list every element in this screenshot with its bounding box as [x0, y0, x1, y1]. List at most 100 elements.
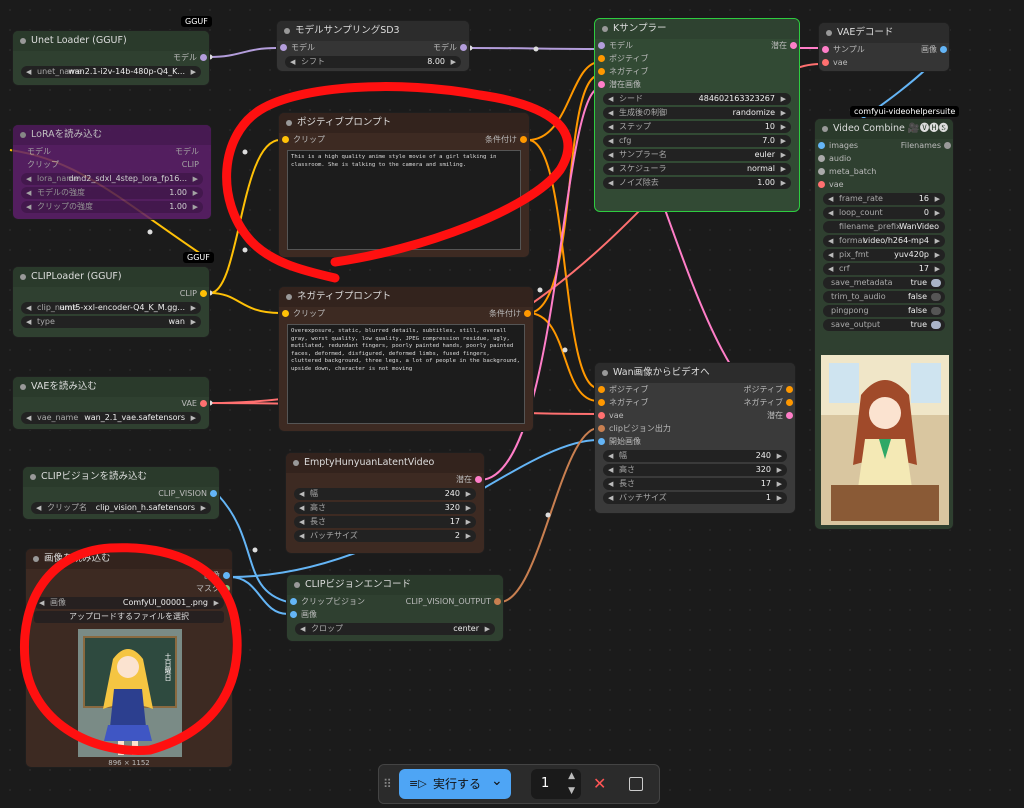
batch-size-widget[interactable]: ◀ バッチサイズ 1 ▶	[603, 492, 787, 504]
start-image-input-socket[interactable]	[598, 438, 605, 445]
clip-type-widget[interactable]: ◀ type wan ▶	[21, 316, 201, 328]
mask-output-socket[interactable]	[223, 585, 230, 592]
clip-input-socket[interactable]	[282, 310, 289, 317]
clip-vision-output-input-socket[interactable]	[598, 425, 605, 432]
image-output-socket[interactable]	[223, 572, 230, 579]
clip-output-socket[interactable]	[200, 290, 207, 297]
latent-input-socket[interactable]	[598, 81, 605, 88]
audio-input-socket[interactable]	[818, 155, 825, 162]
node-title[interactable]: ネガティブプロンプト	[279, 287, 533, 307]
width-widget[interactable]: ◀ 幅 240 ▶	[294, 488, 476, 500]
model-sampling-node[interactable]: モデルサンプリングSD3 モデル モデル ◀ シフト 8.00 ▶	[276, 20, 470, 72]
vae-output-socket[interactable]	[200, 400, 207, 407]
image-input-socket[interactable]	[290, 611, 297, 618]
upload-file-button[interactable]: アップロードするファイルを選択	[34, 611, 224, 623]
clip-vision-output-socket[interactable]	[210, 490, 217, 497]
drag-handle-icon[interactable]: ⠿	[383, 777, 392, 791]
clip-vision-name-widget[interactable]: ◀ クリップ名 clip_vision_h.safetensors ▶	[31, 502, 211, 514]
unet-loader-node[interactable]: Unet Loader (GGUF) モデル ◀ unet_name wan2.1-…	[12, 30, 210, 86]
sampler-name-widget[interactable]: ◀ サンプラー名 euler ▶	[603, 149, 791, 161]
node-title[interactable]: CLIPビジョンエンコード	[287, 575, 503, 595]
height-widget[interactable]: ◀ 高さ 320 ▶	[294, 502, 476, 514]
positive-prompt-node[interactable]: ポジティブプロンプト クリップ 条件付け This is a high quali…	[278, 112, 530, 258]
node-title[interactable]: VAEデコード	[819, 23, 949, 43]
trim-to-audio-toggle[interactable]: trim_to_audio false	[823, 291, 945, 303]
negative-input-socket[interactable]	[598, 399, 605, 406]
node-title[interactable]: Video Combine 🎥🅥🅗🅢?	[815, 119, 953, 139]
denoise-widget[interactable]: ◀ ノイズ除去 1.00 ▶	[603, 177, 791, 189]
images-input-socket[interactable]	[818, 142, 825, 149]
run-button[interactable]: ≡▷ 実行する ⌄	[399, 769, 511, 799]
clip-loader-node[interactable]: CLIPLoader (GGUF) CLIP ◀ clip_name umt5-xx…	[12, 266, 210, 338]
pix-fmt-widget[interactable]: ◀ pix_fmt yuv420p ▶	[823, 249, 945, 261]
length-widget[interactable]: ◀ 長さ 17 ▶	[603, 478, 787, 490]
model-output-socket[interactable]	[460, 44, 467, 51]
positive-input-socket[interactable]	[598, 55, 605, 62]
latent-output-socket[interactable]	[790, 42, 797, 49]
model-input-socket[interactable]	[280, 44, 287, 51]
vae-input-socket[interactable]	[822, 59, 829, 66]
crop-widget[interactable]: ◀ クロップ center ▶	[295, 623, 495, 635]
model-strength-widget[interactable]: ◀ モデルの強度 1.00 ▶	[21, 187, 203, 199]
node-title[interactable]: CLIPビジョンを読み込む	[23, 467, 219, 487]
cancel-icon[interactable]: ✕	[593, 774, 606, 793]
lora-name-widget[interactable]: ◀ lora_name dmd2_sdxl_4step_lora_fp16... ▶	[21, 173, 203, 185]
vae-loader-node[interactable]: VAEを読み込む VAE ◀ vae_name wan_2.1_vae.safete…	[12, 376, 210, 430]
node-title[interactable]: モデルサンプリングSD3	[277, 21, 469, 41]
arrow-right-icon[interactable]: ▶	[191, 66, 196, 78]
batch-count-input[interactable]: 1 ▲ ▼	[531, 769, 581, 799]
negative-prompt-node[interactable]: ネガティブプロンプト クリップ 条件付け Overexposure, static…	[278, 286, 534, 432]
conditioning-output-socket[interactable]	[520, 136, 527, 143]
vae-input-socket[interactable]	[598, 412, 605, 419]
node-title[interactable]: VAEを読み込む	[13, 377, 209, 397]
video-combine-node[interactable]: Video Combine 🎥🅥🅗🅢? images Filenames audi…	[814, 118, 954, 530]
decrement-icon[interactable]: ▼	[568, 776, 575, 806]
clip-input-socket[interactable]	[282, 136, 289, 143]
node-title[interactable]: LoRAを読み込む	[13, 125, 211, 145]
empty-latent-video-node[interactable]: EmptyHunyuanLatentVideo 潜在 ◀ 幅 240 ▶ ◀ 高さ 320…	[285, 452, 485, 554]
node-title[interactable]: EmptyHunyuanLatentVideo	[286, 453, 484, 473]
filename-prefix-widget[interactable]: filename_prefix WanVideo	[823, 221, 945, 233]
cfg-widget[interactable]: ◀ cfg 7.0 ▶	[603, 135, 791, 147]
node-title[interactable]: 画像を読み込む	[26, 549, 232, 569]
negative-output-socket[interactable]	[786, 399, 793, 406]
negative-input-socket[interactable]	[598, 68, 605, 75]
positive-input-socket[interactable]	[598, 386, 605, 393]
shift-widget[interactable]: ◀ シフト 8.00 ▶	[285, 56, 461, 68]
loop-count-widget[interactable]: ◀ loop_count 0 ▶	[823, 207, 945, 219]
node-title[interactable]: CLIPLoader (GGUF)	[13, 267, 209, 287]
clip-vision-encode-node[interactable]: CLIPビジョンエンコード クリップビジョン CLIP_VISION_OUTPUT…	[286, 574, 504, 642]
image-select-widget[interactable]: ◀ 画像 ComfyUI_00001_.png ▶	[34, 597, 224, 609]
node-title[interactable]: ポジティブプロンプト	[279, 113, 529, 133]
seed-widget[interactable]: ◀ シード 484602163323267 ▶	[603, 93, 791, 105]
clip-vision-input-socket[interactable]	[290, 598, 297, 605]
samples-input-socket[interactable]	[822, 46, 829, 53]
clip-strength-widget[interactable]: ◀ クリップの強度 1.00 ▶	[21, 201, 203, 213]
latent-output-socket[interactable]	[475, 476, 482, 483]
clip-vision-output-socket[interactable]	[494, 598, 501, 605]
length-widget[interactable]: ◀ 長さ 17 ▶	[294, 516, 476, 528]
positive-output-socket[interactable]	[786, 386, 793, 393]
vae-decode-node[interactable]: VAEデコード サンプル 画像 vae	[818, 22, 950, 72]
scheduler-widget[interactable]: ◀ スケジューラ normal ▶	[603, 163, 791, 175]
positive-prompt-textarea[interactable]: This is a high quality anime style movie…	[287, 150, 521, 250]
chevron-down-icon[interactable]: ⌄	[491, 766, 503, 796]
steps-widget[interactable]: ◀ ステップ 10 ▶	[603, 121, 791, 133]
stop-icon[interactable]	[629, 777, 643, 791]
width-widget[interactable]: ◀ 幅 240 ▶	[603, 450, 787, 462]
node-title[interactable]: Unet Loader (GGUF)	[13, 31, 209, 51]
save-metadata-toggle[interactable]: save_metadata true	[823, 277, 945, 289]
meta-batch-input-socket[interactable]	[818, 168, 825, 175]
filenames-output-socket[interactable]	[944, 142, 951, 149]
vae-name-widget[interactable]: ◀ vae_name wan_2.1_vae.safetensors ▶	[21, 412, 201, 424]
pingpong-toggle[interactable]: pingpong false	[823, 305, 945, 317]
format-widget[interactable]: ◀ format video/h264-mp4 ▶	[823, 235, 945, 247]
arrow-left-icon[interactable]: ◀	[26, 66, 31, 78]
model-output-socket[interactable]	[200, 54, 207, 61]
help-icon[interactable]: ?	[941, 119, 947, 139]
image-output-socket[interactable]	[940, 46, 947, 53]
wan-image-to-video-node[interactable]: Wan画像からビデオへ ポジティブ ポジティブ ネガティブ ネガティブ vae 潜在 …	[594, 362, 796, 514]
conditioning-output-socket[interactable]	[524, 310, 531, 317]
lora-loader-node[interactable]: LoRAを読み込む モデル モデル クリップ CLIP ◀ lora_name dmd2…	[12, 124, 212, 220]
unet-name-widget[interactable]: ◀ unet_name wan2.1-i2v-14b-480p-Q4_K... ▶	[21, 66, 201, 78]
